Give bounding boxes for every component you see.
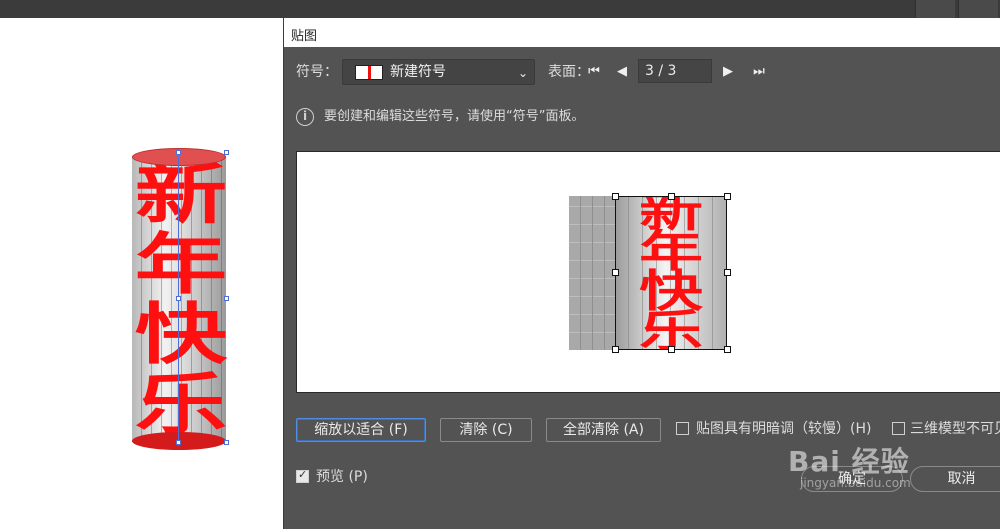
art-char-3: 快 [134,296,228,373]
panel-button[interactable] [958,0,998,18]
bbox-handle[interactable] [612,193,619,200]
cylinder-mapped-text: 新 年 快 乐 [126,160,236,440]
selection-handle[interactable] [224,440,229,445]
bbox-handle[interactable] [724,346,731,353]
cylinder-artwork[interactable]: 新 年 快 乐 [132,148,229,450]
previous-surface-icon[interactable]: ◀ [612,59,632,85]
info-text: 要创建和编辑这些符号，请使用“符号”面板。 [324,109,585,124]
clear-button[interactable]: 清除 (C) [440,418,532,442]
dialog-title: 贴图 [291,29,318,44]
next-surface-icon[interactable]: ▶ [718,59,738,85]
symbol-bounding-box [615,196,727,350]
invisible-geometry-checkbox[interactable] [892,422,905,435]
bbox-handle[interactable] [724,269,731,276]
watermark-logo: Bai 经验 [788,445,910,478]
cancel-button[interactable]: 取消 [910,466,1000,492]
art-char-1: 新 [134,160,228,233]
selection-handle[interactable] [176,150,181,155]
symbol-dropdown-value: 新建符号 [390,64,446,80]
art-char-2: 年 [134,226,228,303]
action-button-row: 缩放以适合 (F) 清除 (C) 全部清除 (A) 贴图具有明暗调（较慢）(H)… [296,418,1000,442]
watermark-url: jingyan.baidu.com [800,476,911,490]
art-char-4: 乐 [134,366,228,440]
info-row: i 要创建和编辑这些符号，请使用“符号”面板。 [296,106,996,130]
shade-artwork-label: 贴图具有明暗调（较慢）(H) [696,421,872,437]
invisible-geometry-label: 三维模型不可见 [910,421,1000,437]
preview-label: 预览 (P) [316,469,368,485]
app-top-bar [0,0,1000,18]
bbox-handle[interactable] [724,193,731,200]
scale-to-fit-button[interactable]: 缩放以适合 (F) [296,418,426,442]
bbox-handle[interactable] [668,346,675,353]
surface-grid [569,196,617,350]
info-icon: i [296,108,314,126]
symbol-label: 符号： [296,64,338,80]
selection-handle[interactable] [224,296,229,301]
symbol-dropdown[interactable]: 新建符号 ⌄ [342,59,535,85]
shade-artwork-checkbox[interactable] [676,422,689,435]
map-preview-panel[interactable]: 新 年 快 乐 [296,151,1000,393]
dialog-titlebar[interactable]: 贴图 [284,18,1000,47]
bbox-handle[interactable] [612,269,619,276]
chevron-down-icon: ⌄ [517,66,528,80]
surface-page-field[interactable]: 3 / 3 [638,59,712,83]
last-surface-icon[interactable]: ⏭ [749,59,769,85]
bbox-handle[interactable] [612,346,619,353]
first-surface-icon[interactable]: ⏮ [584,59,604,85]
preview-checkbox[interactable] [296,468,309,483]
symbol-swatch-icon [355,65,383,80]
bbox-handle[interactable] [668,193,675,200]
selection-handle[interactable] [224,150,229,155]
selection-handle[interactable] [176,440,181,445]
symbol-surface-row: 符号： 新建符号 ⌄ 表面： ⏮ ◀ 3 / 3 ▶ ⏭ [296,59,996,85]
clear-all-button[interactable]: 全部清除 (A) [546,418,661,442]
selection-handle[interactable] [176,296,181,301]
panel-button[interactable] [915,0,955,18]
